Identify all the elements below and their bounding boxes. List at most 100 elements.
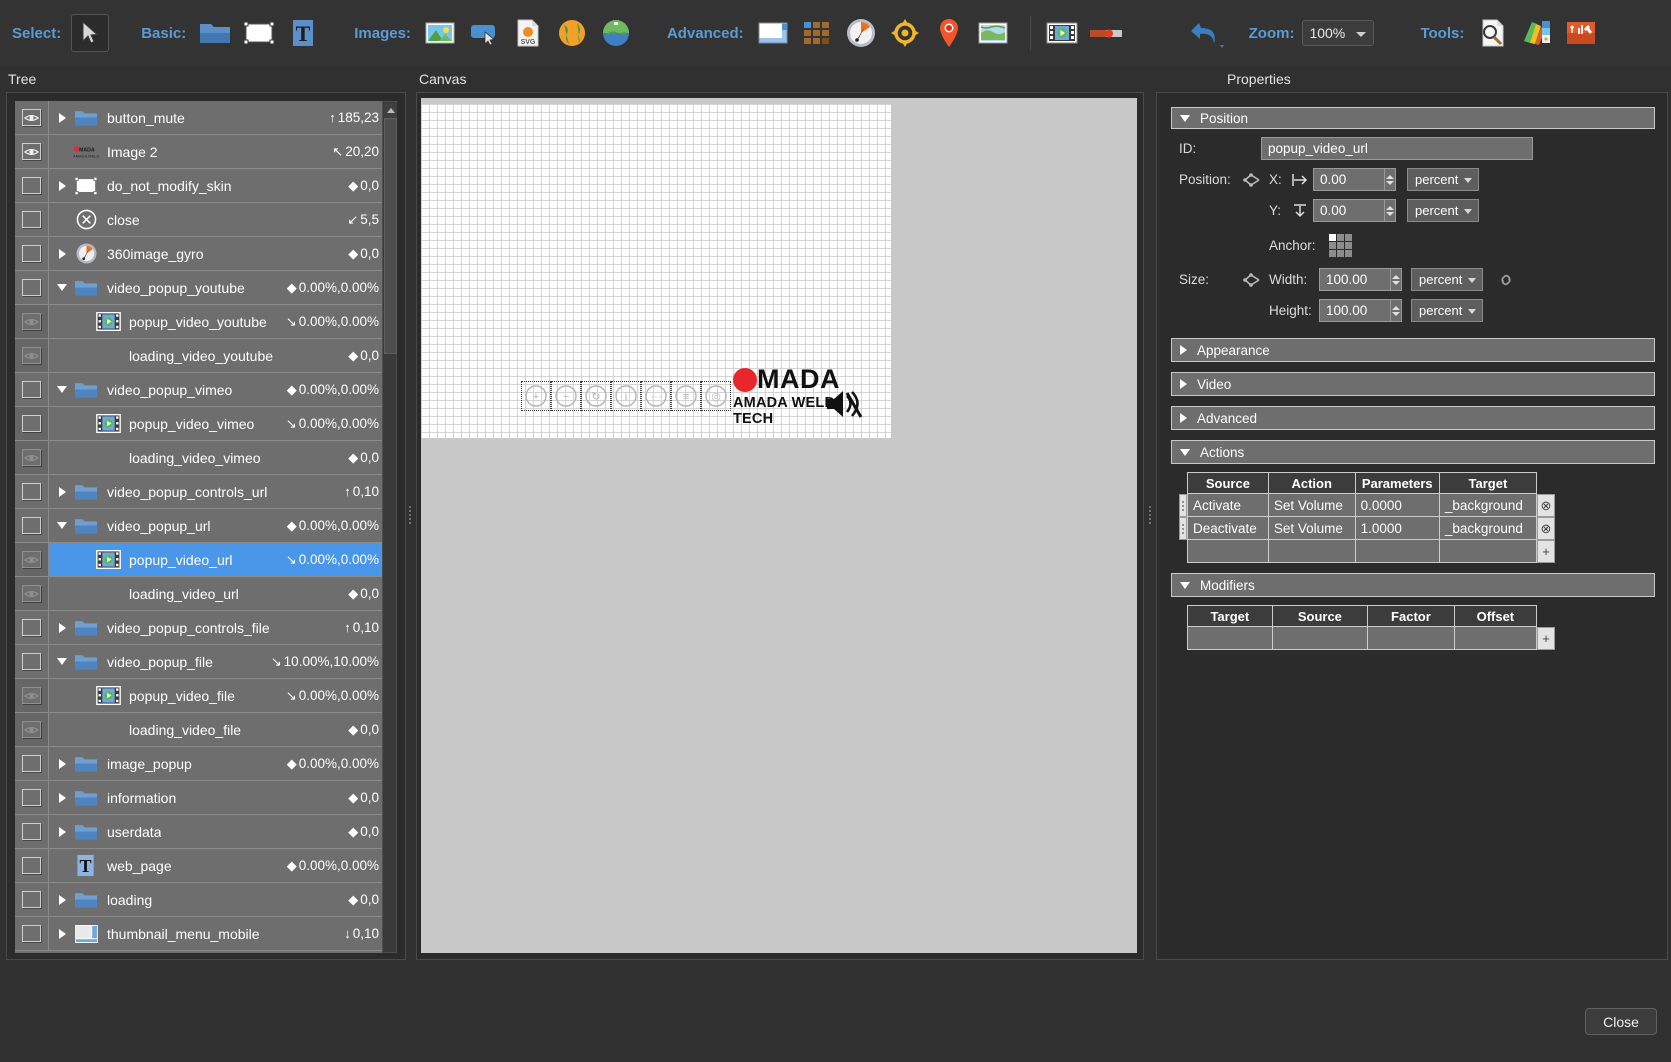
thumbnail-grid-icon[interactable]: [798, 14, 836, 52]
zoom-out-button[interactable]: −: [551, 381, 581, 411]
section-header-advanced[interactable]: Advanced: [1171, 406, 1655, 430]
tree-row[interactable]: loading ◆ 0,0: [15, 883, 387, 917]
visibility-toggle[interactable]: [15, 339, 49, 372]
checkbox-unchecked-icon[interactable]: [22, 789, 41, 806]
compass-icon[interactable]: [842, 14, 880, 52]
visibility-toggle[interactable]: [15, 917, 49, 950]
tree-row[interactable]: loading_video_url ◆ 0,0: [15, 577, 387, 611]
height-unit-select[interactable]: percent: [1411, 299, 1483, 322]
close-button[interactable]: Close: [1585, 1008, 1657, 1035]
rotate-button[interactable]: ↻: [581, 381, 611, 411]
tree-row[interactable]: popup_video_youtube ↘ 0.00%,0.00%: [15, 305, 387, 339]
tree-row[interactable]: close ↙ 5,5: [15, 203, 387, 237]
section-header-appearance[interactable]: Appearance: [1171, 338, 1655, 362]
id-input[interactable]: popup_video_url: [1261, 137, 1533, 160]
visibility-toggle[interactable]: [15, 169, 49, 202]
section-header-actions[interactable]: Actions: [1171, 440, 1655, 464]
add-row-button[interactable]: +: [1537, 540, 1555, 563]
visibility-toggle[interactable]: [15, 237, 49, 270]
chevron-right-icon[interactable]: [55, 486, 69, 497]
map-icon[interactable]: [974, 14, 1012, 52]
tree-row[interactable]: MADAAMADA WELD TECH Image 2 ↖20,20: [15, 135, 387, 169]
tree-canvas-splitter[interactable]: [406, 500, 414, 530]
eye-icon[interactable]: [22, 313, 41, 330]
table-cell-target[interactable]: [1187, 626, 1273, 650]
visibility-toggle[interactable]: [15, 203, 49, 236]
color-swatches-icon[interactable]: [1518, 14, 1556, 52]
row-drag-handle[interactable]: [1179, 494, 1187, 517]
add-row-button[interactable]: +: [1537, 627, 1555, 650]
tree-scroll-thumb[interactable]: [384, 118, 397, 354]
zoom-in-button[interactable]: +: [521, 381, 551, 411]
table-cell-target[interactable]: [1438, 539, 1538, 563]
skin-toolbar-group[interactable]: + − ↻ i ··· ≡ ◎: [521, 381, 731, 411]
scroll-area-icon[interactable]: [754, 14, 792, 52]
tree-row[interactable]: video_popup_vimeo ◆ 0.00%,0.00%: [15, 373, 387, 407]
globe-green-icon[interactable]: [597, 14, 635, 52]
undo-icon[interactable]: [1185, 11, 1229, 55]
table-cell-parameters[interactable]: [1354, 539, 1440, 563]
chevron-right-icon[interactable]: [55, 894, 69, 905]
eye-icon[interactable]: [22, 143, 41, 160]
width-unit-select[interactable]: percent: [1411, 268, 1483, 291]
table-cell-source[interactable]: Deactivate: [1187, 516, 1269, 540]
visibility-toggle[interactable]: [15, 611, 49, 644]
tree-list[interactable]: button_mute↑185,23MADAAMADA WELD TECHIma…: [15, 101, 387, 953]
world-globe-icon[interactable]: [553, 14, 591, 52]
table-cell-parameters[interactable]: 0.0000: [1354, 493, 1440, 517]
chevron-down-icon[interactable]: [55, 386, 69, 393]
chevron-right-icon[interactable]: [55, 248, 69, 259]
y-stepper[interactable]: [1384, 199, 1396, 222]
chevron-down-icon[interactable]: [55, 284, 69, 291]
tree-row[interactable]: userdata ◆ 0,0: [15, 815, 387, 849]
canvas-properties-splitter[interactable]: [1146, 500, 1154, 530]
position-link-icon[interactable]: [1243, 172, 1269, 187]
eye-icon[interactable]: [22, 449, 41, 466]
progress-bar-icon[interactable]: [1087, 14, 1125, 52]
gyro-button[interactable]: ◎: [701, 381, 731, 411]
table-row[interactable]: [1187, 626, 1538, 650]
section-header-video[interactable]: Video: [1171, 372, 1655, 396]
visibility-toggle[interactable]: [15, 441, 49, 474]
eye-icon[interactable]: [22, 687, 41, 704]
checkbox-unchecked-icon[interactable]: [22, 415, 41, 432]
x-unit-select[interactable]: percent: [1407, 168, 1479, 191]
visibility-toggle[interactable]: [15, 135, 49, 168]
eye-icon[interactable]: [22, 585, 41, 602]
tree-row[interactable]: popup_video_file ↘ 0.00%,0.00%: [15, 679, 387, 713]
actions-row-grips[interactable]: [1179, 472, 1187, 540]
visibility-toggle[interactable]: [15, 509, 49, 542]
size-link-icon[interactable]: [1243, 272, 1269, 287]
visibility-toggle[interactable]: [15, 713, 49, 746]
visibility-toggle[interactable]: [15, 577, 49, 610]
section-header-position[interactable]: Position: [1171, 107, 1655, 129]
visibility-toggle[interactable]: [15, 747, 49, 780]
anchor-selector[interactable]: [1329, 233, 1352, 257]
visibility-toggle[interactable]: [15, 679, 49, 712]
actions-row-buttons[interactable]: ⊗ ⊗ +: [1537, 494, 1555, 563]
visibility-toggle[interactable]: [15, 883, 49, 916]
checkbox-unchecked-icon[interactable]: [22, 381, 41, 398]
checkbox-unchecked-icon[interactable]: [22, 177, 41, 194]
x-stepper[interactable]: [1384, 168, 1396, 191]
eye-icon[interactable]: [22, 109, 41, 126]
visibility-toggle[interactable]: [15, 815, 49, 848]
table-cell-action[interactable]: [1267, 539, 1356, 563]
modifiers-table[interactable]: Target Source Factor Offset: [1187, 605, 1538, 650]
tree-row[interactable]: video_popup_url ◆ 0.00%,0.00%: [15, 509, 387, 543]
eye-icon[interactable]: [22, 551, 41, 568]
chevron-down-icon[interactable]: [55, 522, 69, 529]
text-icon[interactable]: T: [284, 14, 322, 52]
visibility-toggle[interactable]: [15, 849, 49, 882]
list-button[interactable]: ≡: [671, 381, 701, 411]
toolbox-icon[interactable]: [1562, 14, 1600, 52]
checkbox-unchecked-icon[interactable]: [22, 517, 41, 534]
height-input[interactable]: 100.00: [1319, 299, 1402, 322]
folder-icon[interactable]: [196, 14, 234, 52]
tree-row[interactable]: video_popup_youtube ◆ 0.00%,0.00%: [15, 271, 387, 305]
tree-row[interactable]: loading_video_file ◆ 0,0: [15, 713, 387, 747]
button-icon[interactable]: [465, 14, 503, 52]
visibility-toggle[interactable]: [15, 305, 49, 338]
remove-row-button[interactable]: ⊗: [1537, 494, 1555, 517]
chevron-right-icon[interactable]: [55, 928, 69, 939]
